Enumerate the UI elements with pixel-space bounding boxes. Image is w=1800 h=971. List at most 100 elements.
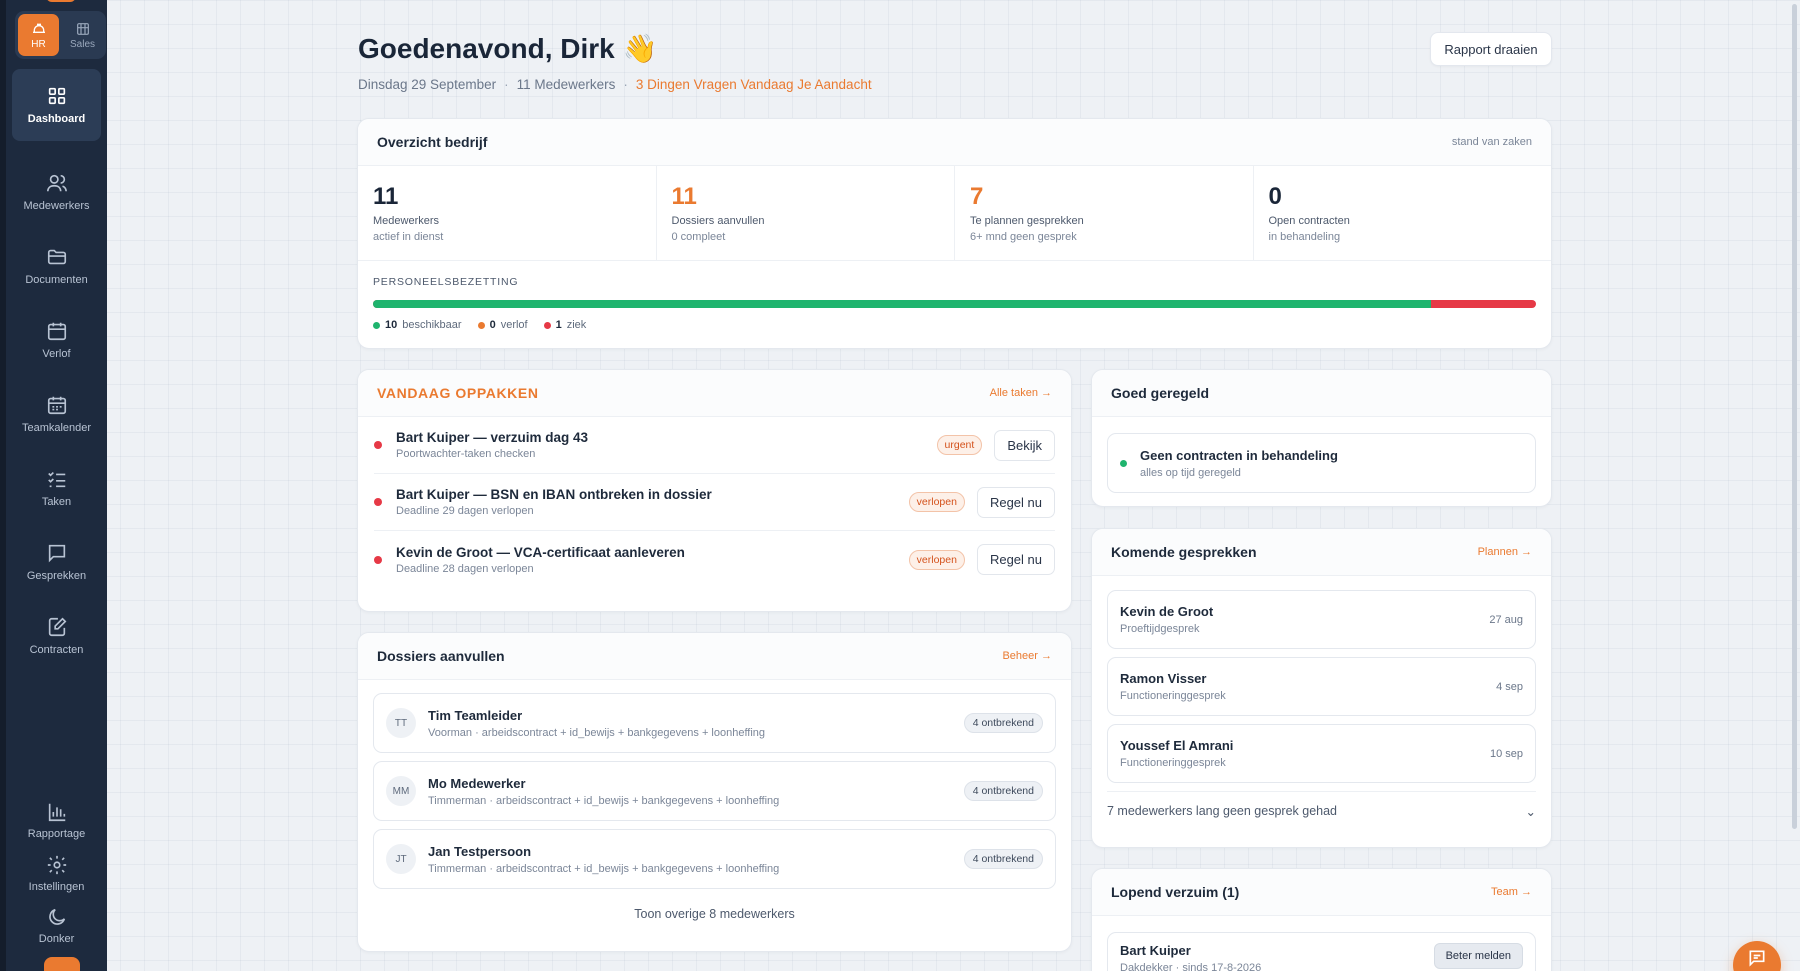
sidebar-item-contracten[interactable]: Contracten bbox=[12, 600, 101, 672]
ok-item: Geen contracten in behandeling alles op … bbox=[1107, 433, 1536, 493]
status-dot-icon bbox=[374, 498, 382, 506]
sidebar-item-teamkalender[interactable]: Teamkalender bbox=[12, 378, 101, 450]
absence-name: Bart Kuiper bbox=[1120, 943, 1191, 958]
scrollbar-thumb[interactable] bbox=[1792, 4, 1797, 829]
view-button[interactable]: Bekijk bbox=[994, 429, 1055, 461]
conversation-row[interactable]: Ramon Visser Functioneringgesprek 4 sep bbox=[1107, 657, 1536, 716]
conversation-name: Ramon Visser bbox=[1120, 671, 1207, 686]
conversation-date: 27 aug bbox=[1489, 613, 1523, 626]
all-good-card: Goed geregeld Geen contracten in behande… bbox=[1091, 369, 1552, 507]
stat-employees[interactable]: 11 Medewerkers actief in dienst bbox=[358, 166, 657, 260]
legend-count: 10 bbox=[385, 319, 398, 331]
manage-link[interactable]: Beheer → bbox=[1002, 650, 1052, 662]
task-title: Bart Kuiper — verzuim dag 43 bbox=[396, 430, 589, 445]
fix-now-button[interactable]: Regel nu bbox=[976, 486, 1055, 518]
stat-sub: actief in dienst bbox=[373, 231, 444, 243]
fix-now-button[interactable]: Regel nu bbox=[976, 544, 1055, 575]
dossiers-card: Dossiers aanvullen Beheer → TT Tim Teaml… bbox=[357, 632, 1072, 952]
report-recovered-button[interactable]: Beter melden bbox=[1433, 943, 1523, 969]
conversation-row[interactable]: Youssef El Amrani Functioneringgesprek 1… bbox=[1107, 724, 1536, 783]
mode-hr-button[interactable]: HR bbox=[18, 14, 59, 56]
card-title: Lopend verzuim (1) bbox=[1111, 884, 1240, 900]
team-link[interactable]: Team → bbox=[1491, 886, 1532, 898]
sidebar-item-label: Taken bbox=[41, 496, 72, 508]
sidebar-item-rapportage[interactable]: Rapportage bbox=[12, 798, 101, 842]
ok-title: Geen contracten in behandeling bbox=[1140, 447, 1338, 463]
legend-label: beschikbaar bbox=[402, 319, 462, 331]
chat-fab-button[interactable] bbox=[1733, 941, 1781, 971]
legend-label: verlof bbox=[500, 319, 528, 331]
occupancy-legend: 10 beschikbaar 0 verlof 1 ziek bbox=[373, 319, 1536, 331]
users-icon bbox=[46, 174, 67, 192]
dossier-row[interactable]: TT Tim Teamleider Voorman · arbeidscontr… bbox=[373, 693, 1056, 753]
stat-label: Medewerkers bbox=[373, 215, 440, 227]
separator: · bbox=[504, 77, 509, 92]
stat-label: Te plannen gesprekken bbox=[970, 215, 1084, 227]
building-icon bbox=[76, 22, 89, 35]
card-title: Overzicht bedrijf bbox=[377, 134, 488, 150]
chevron-down-icon: ⌄ bbox=[1525, 805, 1536, 819]
sidebar-item-label: Verlof bbox=[42, 348, 71, 360]
stat-contracts[interactable]: 0 Open contracten in behandeling bbox=[1254, 166, 1552, 260]
all-tasks-link[interactable]: Alle taken → bbox=[990, 387, 1052, 399]
plan-link[interactable]: Plannen → bbox=[1478, 546, 1532, 558]
mode-sales-button[interactable]: Sales bbox=[62, 14, 103, 56]
absence-row[interactable]: Bart Kuiper Dakdekker · sinds 17-8-2026 … bbox=[1107, 932, 1536, 971]
red-dot-icon bbox=[543, 321, 551, 329]
dossier-sub: Timmerman · arbeidscontract + id_bewijs … bbox=[428, 862, 780, 875]
legend-leave: 0 verlof bbox=[477, 319, 528, 331]
green-dot-icon bbox=[1120, 459, 1127, 467]
today-tasks-card: VANDAAG OPPAKKEN Alle taken → Bart Kuipe… bbox=[357, 369, 1072, 612]
show-more-button[interactable]: Toon overige 8 medewerkers bbox=[358, 907, 1071, 921]
stat-dossiers[interactable]: 11 Dossiers aanvullen 0 compleet bbox=[657, 166, 955, 260]
stat-value: 0 bbox=[1268, 183, 1282, 210]
grid-icon bbox=[48, 87, 65, 105]
dossier-text: Tim Teamleider Voorman · arbeidscontract… bbox=[428, 708, 964, 739]
missing-badge: 4 ontbrekend bbox=[963, 713, 1043, 733]
no-conversation-toggle[interactable]: 7 medewerkers lang geen gesprek gehad ⌄ bbox=[1107, 791, 1536, 819]
sidebar-item-label: Rapportage bbox=[27, 827, 86, 840]
checklist-icon bbox=[47, 471, 65, 488]
sidebar-item-donker[interactable]: Donker bbox=[12, 903, 101, 947]
avatar: MM bbox=[386, 776, 416, 806]
ongoing-absence-card: Lopend verzuim (1) Team → Bart Kuiper Da… bbox=[1091, 868, 1552, 971]
status-badge: urgent bbox=[936, 435, 983, 455]
stat-sub: in behandeling bbox=[1268, 231, 1341, 243]
task-text: Bart Kuiper — verzuim dag 43 Poortwachte… bbox=[396, 430, 937, 460]
card-header: Goed geregeld bbox=[1092, 370, 1551, 417]
sidebar-item-documenten[interactable]: Documenten bbox=[12, 230, 101, 302]
page-subtitle: Dinsdag 29 September · 11 Medewerkers · … bbox=[358, 77, 872, 92]
bar-chart-icon bbox=[48, 803, 65, 821]
card-title: Goed geregeld bbox=[1111, 385, 1210, 401]
user-menu-button[interactable] bbox=[44, 957, 80, 971]
stat-label: Open contracten bbox=[1268, 215, 1350, 227]
conversation-text: Kevin de Groot Proeftijdgesprek bbox=[1120, 604, 1213, 635]
conversation-row[interactable]: Kevin de Groot Proeftijdgesprek 27 aug bbox=[1107, 590, 1536, 649]
stat-label: Dossiers aanvullen bbox=[671, 215, 765, 227]
ok-text: Geen contracten in behandeling alles op … bbox=[1140, 448, 1338, 479]
stat-value: 11 bbox=[671, 183, 697, 210]
page-title: Goedenavond, Dirk 👋 bbox=[358, 33, 658, 64]
attention-alert[interactable]: 3 Dingen Vragen Vandaag Je Aandacht bbox=[636, 77, 872, 92]
sidebar-item-medewerkers[interactable]: Medewerkers bbox=[12, 156, 101, 228]
sidebar-item-dashboard[interactable]: Dashboard bbox=[12, 69, 101, 141]
sidebar-item-label: Teamkalender bbox=[21, 422, 92, 434]
sidebar-item-instellingen[interactable]: Instellingen bbox=[12, 851, 101, 895]
dossier-row[interactable]: MM Mo Medewerker Timmerman · arbeidscont… bbox=[373, 761, 1056, 821]
sidebar-item-verlof[interactable]: Verlof bbox=[12, 304, 101, 376]
moon-icon bbox=[48, 908, 65, 925]
task-text: Kevin de Groot — VCA-certificaat aanleve… bbox=[396, 545, 909, 575]
task-title: Bart Kuiper — BSN en IBAN ontbreken in d… bbox=[396, 487, 712, 502]
task-sub: Poortwachter-taken checken bbox=[396, 448, 536, 460]
conversation-name: Youssef El Amrani bbox=[1120, 738, 1234, 753]
sidebar-item-taken[interactable]: Taken bbox=[12, 452, 101, 524]
upcoming-conversations-card: Komende gesprekken Plannen → Kevin de Gr… bbox=[1091, 528, 1552, 848]
dossier-sub: Timmerman · arbeidscontract + id_bewijs … bbox=[428, 794, 780, 807]
company-overview-card: Overzicht bedrijf stand van zaken 11 Med… bbox=[357, 118, 1552, 349]
stat-conversations[interactable]: 7 Te plannen gesprekken 6+ mnd geen gesp… bbox=[955, 166, 1254, 260]
occupancy-available-fill bbox=[373, 300, 1432, 308]
sidebar-item-gesprekken[interactable]: Gesprekken bbox=[12, 526, 101, 598]
dossier-row[interactable]: JT Jan Testpersoon Timmerman · arbeidsco… bbox=[373, 829, 1056, 889]
run-report-button[interactable]: Rapport draaien bbox=[1430, 32, 1552, 66]
calendar-icon bbox=[47, 322, 66, 341]
